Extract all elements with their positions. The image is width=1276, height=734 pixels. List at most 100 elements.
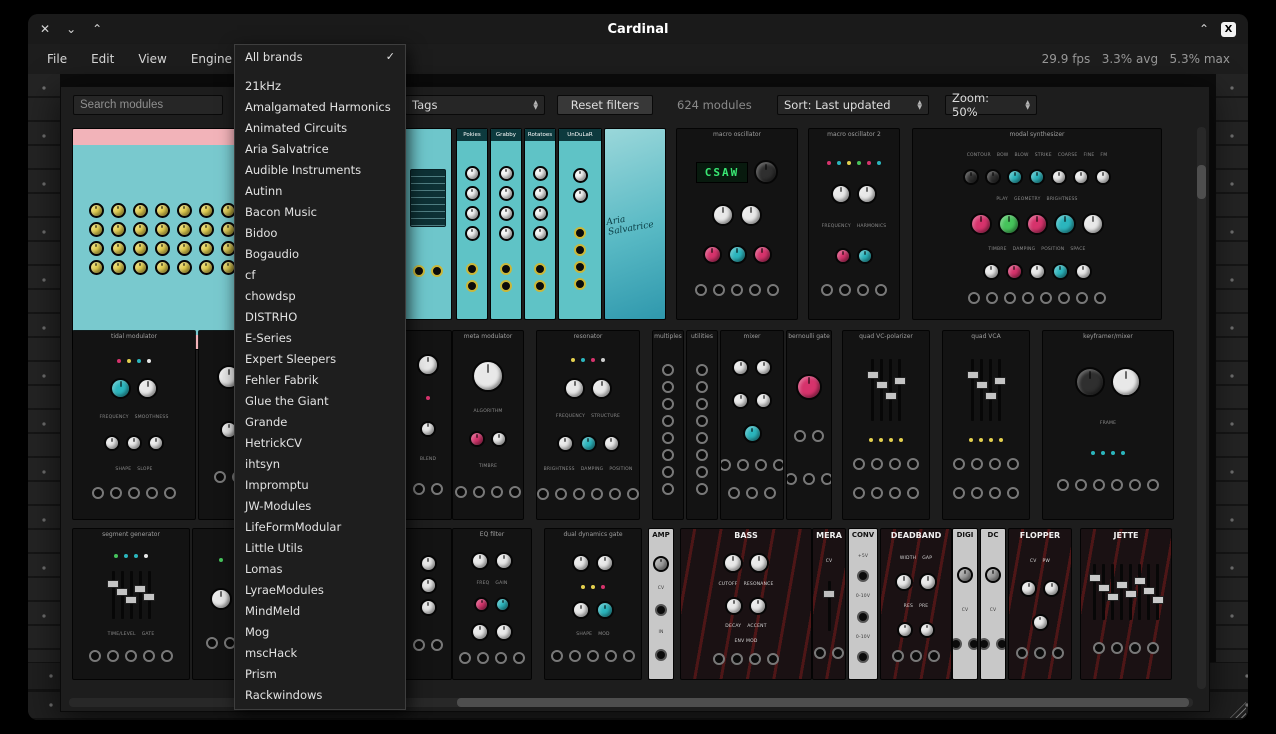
x-logo-icon[interactable]: X xyxy=(1221,22,1236,37)
brand-menu-item[interactable]: Bidoo xyxy=(235,222,405,243)
port xyxy=(574,278,586,290)
brand-menu-item[interactable]: Bogaudio xyxy=(235,243,405,264)
module-pokies[interactable]: Pokies xyxy=(457,129,487,319)
brand-menu-item[interactable]: 21kHz xyxy=(235,75,405,96)
brand-menu-item[interactable]: Lomas xyxy=(235,558,405,579)
module-panel[interactable] xyxy=(405,529,451,679)
brand-menu-item[interactable]: Amalgamated Harmonics xyxy=(235,96,405,117)
brand-menu-item-all-brands[interactable]: All brands ✓ xyxy=(235,45,405,68)
module-segment-generator[interactable]: segment generatorTIME/LEVELGATE xyxy=(73,529,189,679)
brand-menu-item[interactable]: Audible Instruments xyxy=(235,159,405,180)
knob xyxy=(1020,580,1037,597)
port xyxy=(107,650,119,662)
menubar-item-edit[interactable]: Edit xyxy=(80,48,125,70)
port xyxy=(787,473,797,485)
brand-menu-item[interactable]: Bacon Music xyxy=(235,201,405,222)
module-utilities[interactable]: utilities xyxy=(687,331,717,519)
brand-menu-item[interactable]: Autinn xyxy=(235,180,405,201)
brand-menu-item[interactable]: ihtsyn xyxy=(235,453,405,474)
vertical-scrollbar-thumb[interactable] xyxy=(1197,165,1206,199)
knob xyxy=(572,554,590,572)
vertical-scrollbar[interactable] xyxy=(1197,127,1206,689)
knob xyxy=(1043,580,1060,597)
brand-menu-item[interactable]: JW-Modules xyxy=(235,495,405,516)
module-mera[interactable]: MERACV xyxy=(813,529,845,679)
knob xyxy=(572,601,590,619)
brand-menu-item[interactable]: cf xyxy=(235,264,405,285)
module-multiples[interactable]: multiples xyxy=(653,331,683,519)
brand-menu-item[interactable]: HetrickCV xyxy=(235,432,405,453)
module-quad-vc-polarizer[interactable]: quad VC-polarizer xyxy=(843,331,929,519)
brand-menu-item[interactable]: E-Series xyxy=(235,327,405,348)
port xyxy=(573,488,585,500)
module-panel[interactable]: BLEND xyxy=(405,331,451,519)
knob xyxy=(749,553,769,573)
module-amp[interactable]: AMPCVIN xyxy=(649,529,673,679)
module-conv[interactable]: CONV+5V0-10V0-10V xyxy=(849,529,877,679)
knob xyxy=(533,206,548,221)
module-flopper[interactable]: FLOPPERCVPW xyxy=(1009,529,1071,679)
module-macro-oscillator-2[interactable]: macro oscillator 2FREQUENCYHARMONICS xyxy=(809,129,899,319)
module-bernoulli-gate[interactable]: bernoulli gate xyxy=(787,331,831,519)
knob xyxy=(177,203,192,218)
brand-menu-item[interactable]: Prism xyxy=(235,663,405,684)
module-modal-synthesizer[interactable]: modal synthesizerCONTOURBOWBLOWSTRIKECOA… xyxy=(913,129,1161,319)
module-bass[interactable]: BASSCUTOFFRESONANCEDECAYACCENTENV MOD xyxy=(681,529,811,679)
module-dual-dynamics-gate[interactable]: dual dynamics gateSHAPEMOD xyxy=(545,529,641,679)
port xyxy=(892,650,904,662)
port xyxy=(125,650,137,662)
brand-menu-item[interactable]: Glue the Giant xyxy=(235,390,405,411)
brand-menu-item[interactable]: Animated Circuits xyxy=(235,117,405,138)
brand-menu-item[interactable]: Grande xyxy=(235,411,405,432)
module-keyframer-mixer[interactable]: keyframer/mixerFRAME xyxy=(1043,331,1173,519)
port xyxy=(889,487,901,499)
port xyxy=(1093,479,1105,491)
horizontal-scrollbar-thumb[interactable] xyxy=(457,698,1189,707)
panel-label: GEOMETRY xyxy=(1014,197,1041,202)
module-dc[interactable]: DCCV xyxy=(981,529,1005,679)
brand-menu-item[interactable]: Little Utils xyxy=(235,537,405,558)
led xyxy=(127,359,131,363)
rollup-icon[interactable] xyxy=(1199,22,1209,36)
slider xyxy=(971,359,974,421)
knob xyxy=(573,168,588,183)
module-mixer[interactable]: mixer xyxy=(721,331,783,519)
brand-menu-item[interactable]: LyraeModules xyxy=(235,579,405,600)
module-jette[interactable]: JETTE xyxy=(1081,529,1171,679)
menubar-item-view[interactable]: View xyxy=(127,48,177,70)
module-tidal-modulator[interactable]: tidal modulatorFREQUENCYSMOOTHNESSSHAPES… xyxy=(73,331,195,519)
brand-menu-item[interactable]: Expert Sleepers xyxy=(235,348,405,369)
module-undular[interactable]: UnDuLaR xyxy=(559,129,601,319)
module-macro-oscillator[interactable]: macro oscillatorCSAW xyxy=(677,129,797,319)
brand-menu-item[interactable]: LifeFormModular xyxy=(235,516,405,537)
module-rotatoes[interactable]: Rotatoes xyxy=(525,129,555,319)
module-digi[interactable]: DIGICV xyxy=(953,529,977,679)
brand-menu-item[interactable]: Impromptu xyxy=(235,474,405,495)
module-deadband[interactable]: DEADBANDWIDTHGAPRESPRE xyxy=(881,529,951,679)
brand-menu-item[interactable]: DISTRHO xyxy=(235,306,405,327)
module-grabby[interactable]: Grabby xyxy=(491,129,521,319)
port xyxy=(971,487,983,499)
module-meta-modulator[interactable]: meta modulatorALGORITHMTIMBRE xyxy=(453,331,523,519)
knob xyxy=(533,166,548,181)
module-resonator[interactable]: resonatorFREQUENCYSTRUCTUREBRIGHTNESSDAM… xyxy=(537,331,639,519)
menubar-item-file[interactable]: File xyxy=(36,48,78,70)
module-panel[interactable] xyxy=(405,129,451,319)
module-title: Rotatoes xyxy=(525,129,555,141)
module-eq-filter[interactable]: EQ filterFREQGAIN xyxy=(453,529,531,679)
brand-menu-item[interactable]: Rackwindows xyxy=(235,684,405,705)
brand-menu-item[interactable]: Fehler Fabrik xyxy=(235,369,405,390)
brand-menu-item[interactable]: MindMeld xyxy=(235,600,405,621)
brand-menu-item[interactable]: Mog xyxy=(235,621,405,642)
module-title: macro oscillator xyxy=(677,129,797,139)
knob xyxy=(199,222,214,237)
module-panel[interactable]: Aria Salvatrice xyxy=(605,129,665,319)
port xyxy=(164,487,176,499)
module-quad-vca[interactable]: quad VCA xyxy=(943,331,1029,519)
rack-rail-right xyxy=(1216,74,1248,720)
panel-label: ACCENT xyxy=(747,624,766,629)
brand-menu-item[interactable]: chowdsp xyxy=(235,285,405,306)
knob xyxy=(133,203,148,218)
brand-menu-item[interactable]: mscHack xyxy=(235,642,405,663)
brand-menu-item[interactable]: Aria Salvatrice xyxy=(235,138,405,159)
